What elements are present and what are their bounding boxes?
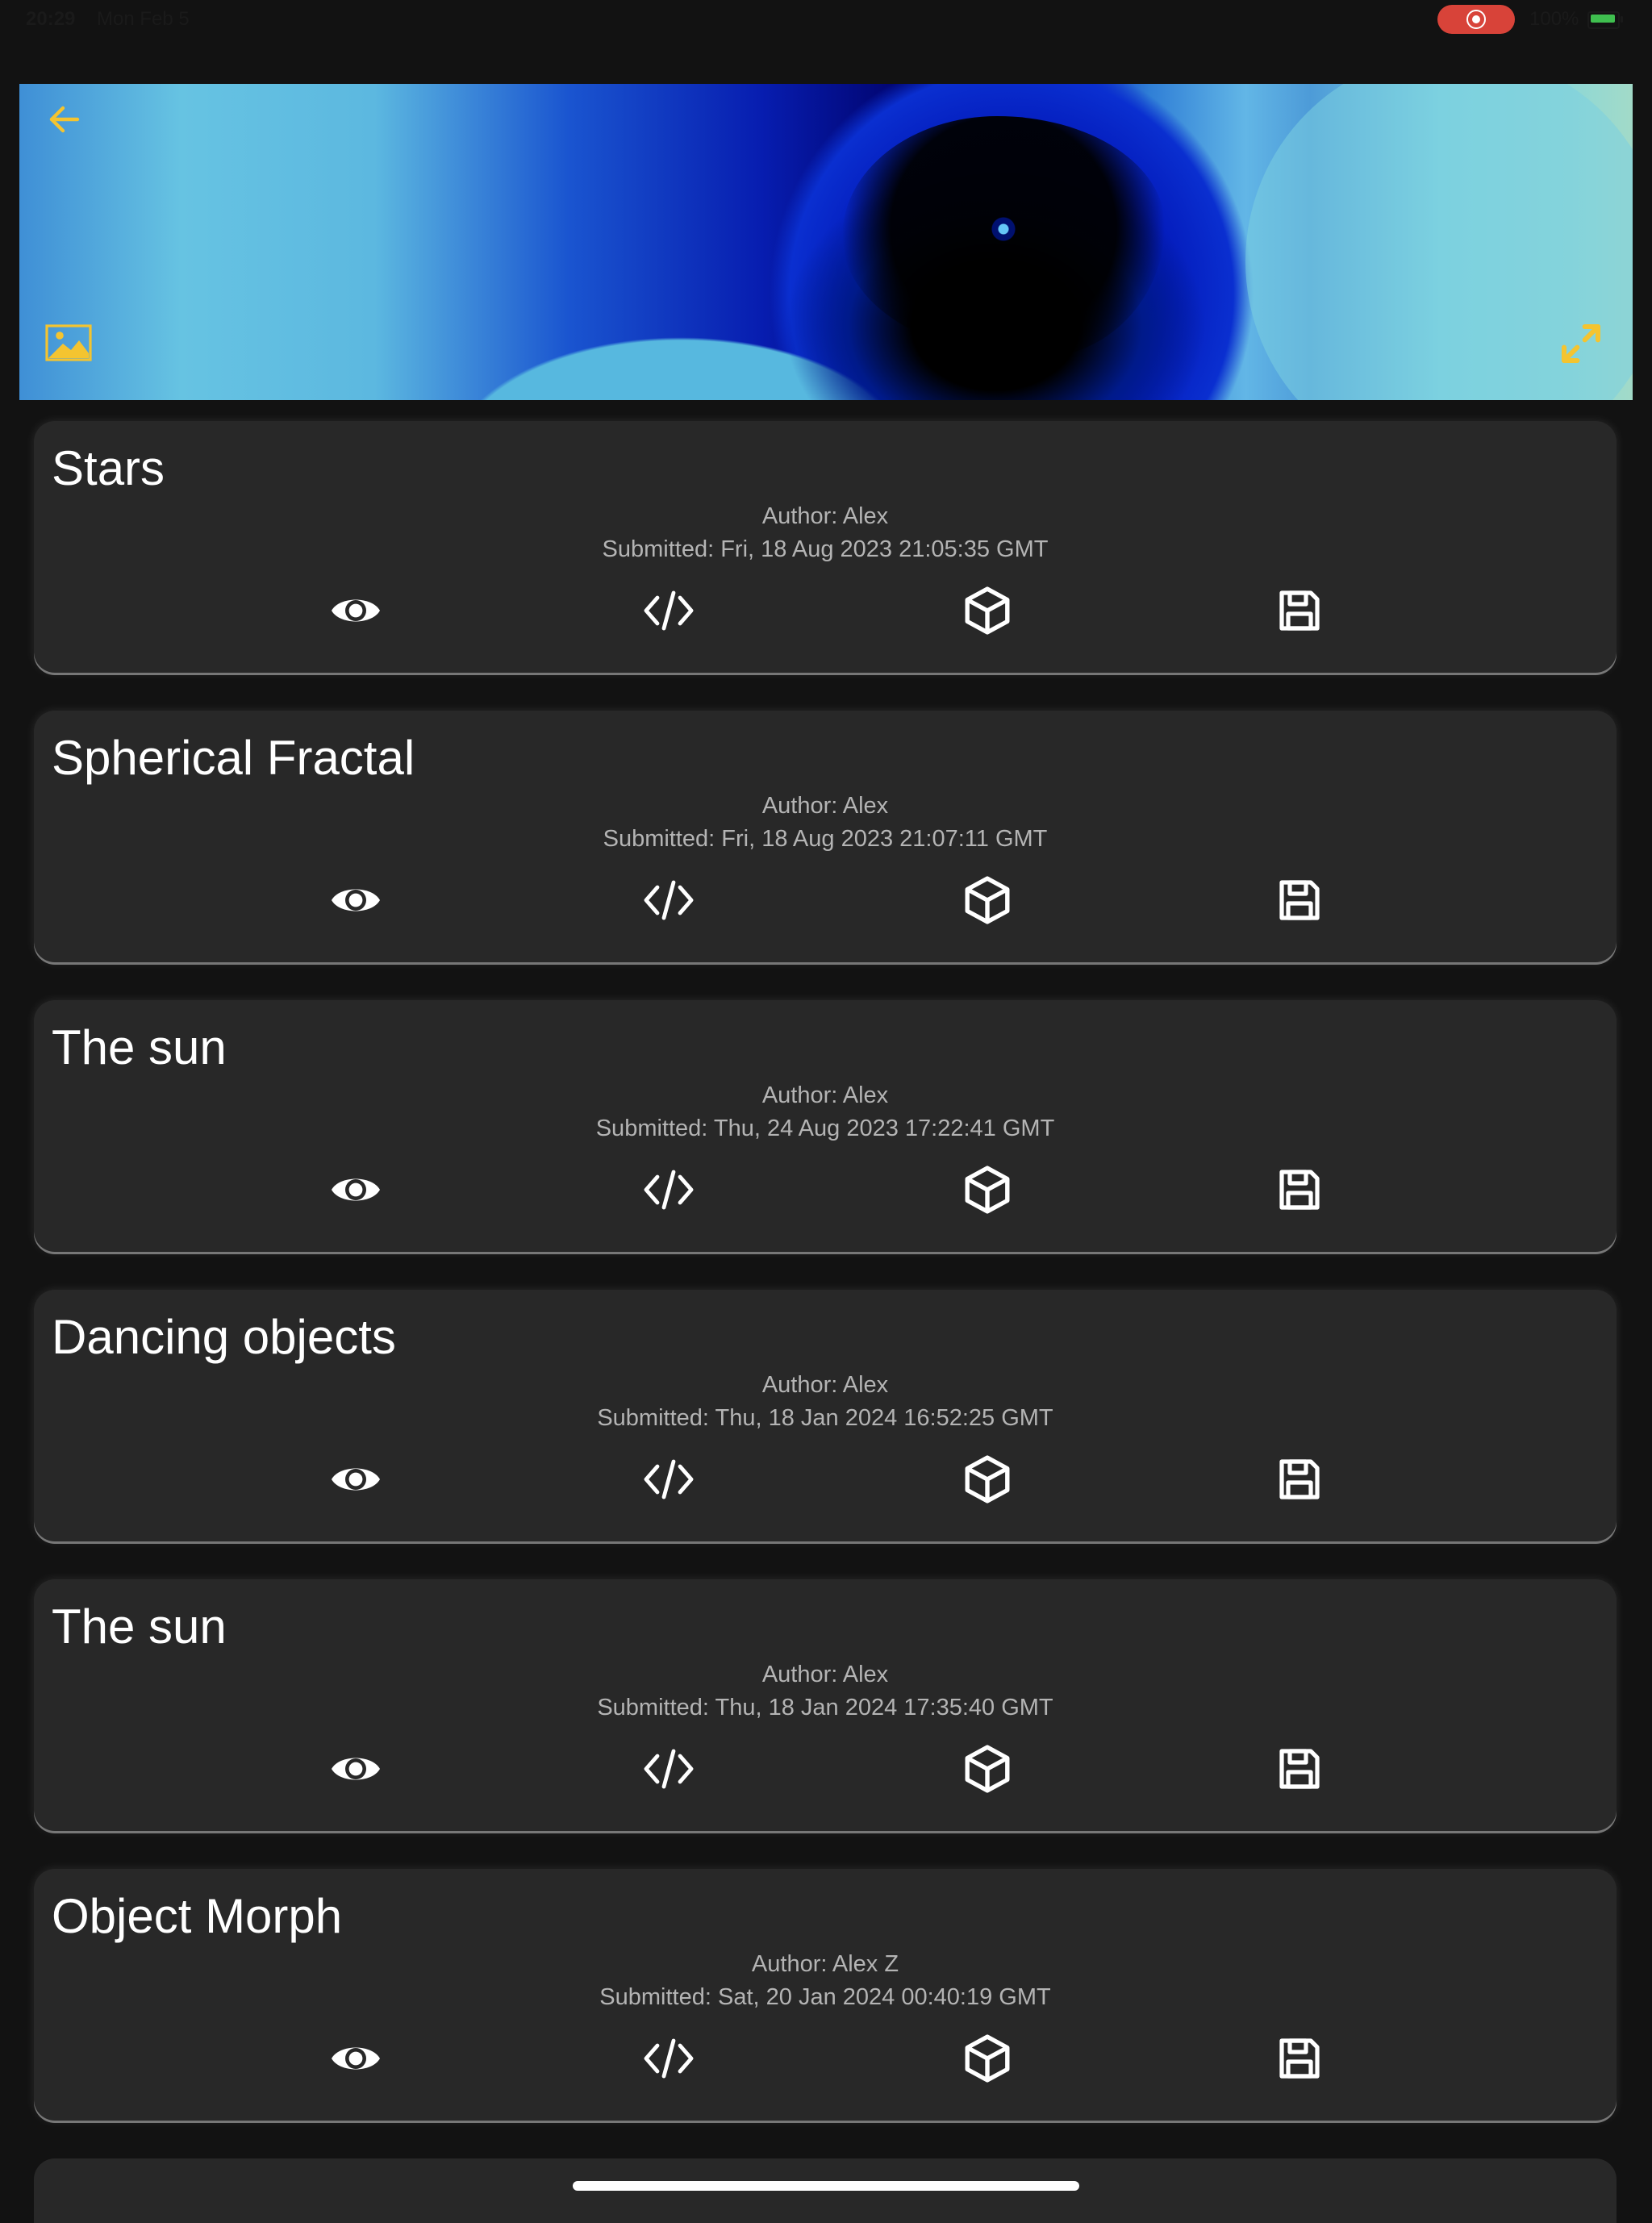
code-button[interactable] bbox=[640, 1162, 697, 1218]
submission-card[interactable]: The sun Author: Alex Submitted: Thu, 24 … bbox=[34, 1000, 1617, 1252]
card-actions bbox=[34, 1162, 1617, 1218]
card-author: Author: Alex bbox=[761, 503, 889, 529]
card-actions bbox=[34, 2030, 1617, 2087]
code-icon bbox=[644, 880, 694, 920]
code-icon bbox=[644, 2038, 694, 2079]
card-submitted: Submitted: Thu, 24 Aug 2023 17:22:41 GMT bbox=[595, 1116, 1055, 1141]
submission-card[interactable]: Dancing objects Author: Alex Submitted: … bbox=[34, 1290, 1617, 1541]
record-icon bbox=[1466, 10, 1486, 29]
view-button[interactable] bbox=[327, 1741, 384, 1797]
image-icon[interactable] bbox=[45, 324, 92, 361]
code-icon bbox=[644, 590, 694, 631]
card-title: Dancing objects bbox=[52, 1310, 396, 1364]
card-actions bbox=[34, 582, 1617, 639]
code-button[interactable] bbox=[640, 1451, 697, 1508]
3d-model-button[interactable] bbox=[959, 1451, 1016, 1508]
save-icon bbox=[1279, 1459, 1320, 1499]
status-time: 20:29 bbox=[26, 8, 76, 30]
card-author: Author: Alex bbox=[761, 1662, 889, 1687]
cube-icon bbox=[965, 876, 1010, 924]
card-title: The sun bbox=[52, 1020, 227, 1074]
code-button[interactable] bbox=[640, 2030, 697, 2087]
submission-card[interactable]: Object Morph Author: Alex Z Submitted: S… bbox=[34, 1869, 1617, 2121]
cube-icon bbox=[965, 2034, 1010, 2083]
eye-icon bbox=[332, 1178, 380, 1201]
card-submitted: Submitted: Fri, 18 Aug 2023 21:05:35 GMT bbox=[602, 536, 1049, 562]
submission-card[interactable]: Stars Author: Alex Submitted: Fri, 18 Au… bbox=[34, 421, 1617, 673]
card-submitted: Submitted: Sat, 20 Jan 2024 00:40:19 GMT bbox=[599, 1984, 1051, 2010]
screen-recording-indicator[interactable] bbox=[1437, 5, 1515, 34]
card-submitted: Submitted: Thu, 18 Jan 2024 16:52:25 GMT bbox=[597, 1405, 1053, 1431]
save-icon bbox=[1279, 2038, 1320, 2079]
save-button[interactable] bbox=[1271, 872, 1328, 928]
card-actions bbox=[34, 1451, 1617, 1508]
card-title: The sun bbox=[52, 1599, 227, 1654]
view-button[interactable] bbox=[327, 2030, 384, 2087]
eye-icon bbox=[332, 2047, 380, 2070]
save-button[interactable] bbox=[1271, 2030, 1328, 2087]
fractal-preview-image bbox=[19, 84, 1633, 400]
card-author: Author: Alex Z bbox=[751, 1951, 899, 1977]
3d-model-button[interactable] bbox=[959, 1162, 1016, 1218]
home-indicator[interactable] bbox=[573, 2181, 1079, 2191]
card-title: Spherical Fractal bbox=[52, 731, 415, 785]
code-icon bbox=[644, 1170, 694, 1210]
cube-icon bbox=[965, 1745, 1010, 1793]
view-button[interactable] bbox=[327, 872, 384, 928]
eye-icon bbox=[332, 1468, 380, 1491]
card-actions bbox=[34, 1741, 1617, 1797]
card-submitted: Submitted: Thu, 18 Jan 2024 17:35:40 GMT bbox=[597, 1695, 1053, 1720]
eye-icon bbox=[332, 1758, 380, 1780]
save-icon bbox=[1279, 880, 1320, 920]
code-button[interactable] bbox=[640, 582, 697, 639]
3d-model-button[interactable] bbox=[959, 872, 1016, 928]
card-author: Author: Alex bbox=[761, 1082, 889, 1108]
cube-icon bbox=[965, 1166, 1010, 1214]
status-bar: 20:29 Mon Feb 5 100% bbox=[0, 0, 1652, 39]
save-button[interactable] bbox=[1271, 1451, 1328, 1508]
3d-model-button[interactable] bbox=[959, 582, 1016, 639]
code-icon bbox=[644, 1749, 694, 1789]
status-date: Mon Feb 5 bbox=[97, 8, 190, 30]
save-button[interactable] bbox=[1271, 1162, 1328, 1218]
battery-icon bbox=[1587, 11, 1623, 29]
view-button[interactable] bbox=[327, 1162, 384, 1218]
view-button[interactable] bbox=[327, 582, 384, 639]
save-icon bbox=[1279, 1170, 1320, 1210]
cube-icon bbox=[965, 1455, 1010, 1504]
3d-model-button[interactable] bbox=[959, 1741, 1016, 1797]
submission-card[interactable]: The sun Author: Alex Submitted: Thu, 18 … bbox=[34, 1579, 1617, 1831]
submission-card-partial[interactable] bbox=[34, 2158, 1617, 2223]
save-button[interactable] bbox=[1271, 1741, 1328, 1797]
save-button[interactable] bbox=[1271, 582, 1328, 639]
save-icon bbox=[1279, 590, 1320, 631]
code-button[interactable] bbox=[640, 1741, 697, 1797]
save-icon bbox=[1279, 1749, 1320, 1789]
card-submitted: Submitted: Fri, 18 Aug 2023 21:07:11 GMT bbox=[603, 826, 1048, 852]
card-title: Stars bbox=[52, 441, 165, 495]
submission-card[interactable]: Spherical Fractal Author: Alex Submitted… bbox=[34, 711, 1617, 962]
card-author: Author: Alex bbox=[761, 1372, 889, 1398]
submission-list: Stars Author: Alex Submitted: Fri, 18 Au… bbox=[34, 421, 1618, 2158]
fractal-swirl bbox=[842, 116, 1165, 358]
card-author: Author: Alex bbox=[761, 793, 889, 819]
card-actions bbox=[34, 872, 1617, 928]
card-title: Object Morph bbox=[52, 1889, 343, 1943]
expand-arrows-icon[interactable] bbox=[1558, 321, 1604, 366]
arrow-left-icon[interactable] bbox=[45, 100, 84, 139]
eye-icon bbox=[332, 889, 380, 911]
code-button[interactable] bbox=[640, 872, 697, 928]
battery-percentage: 100% bbox=[1529, 8, 1579, 30]
view-button[interactable] bbox=[327, 1451, 384, 1508]
code-icon bbox=[644, 1459, 694, 1499]
cube-icon bbox=[965, 586, 1010, 635]
3d-model-button[interactable] bbox=[959, 2030, 1016, 2087]
eye-icon bbox=[332, 599, 380, 622]
